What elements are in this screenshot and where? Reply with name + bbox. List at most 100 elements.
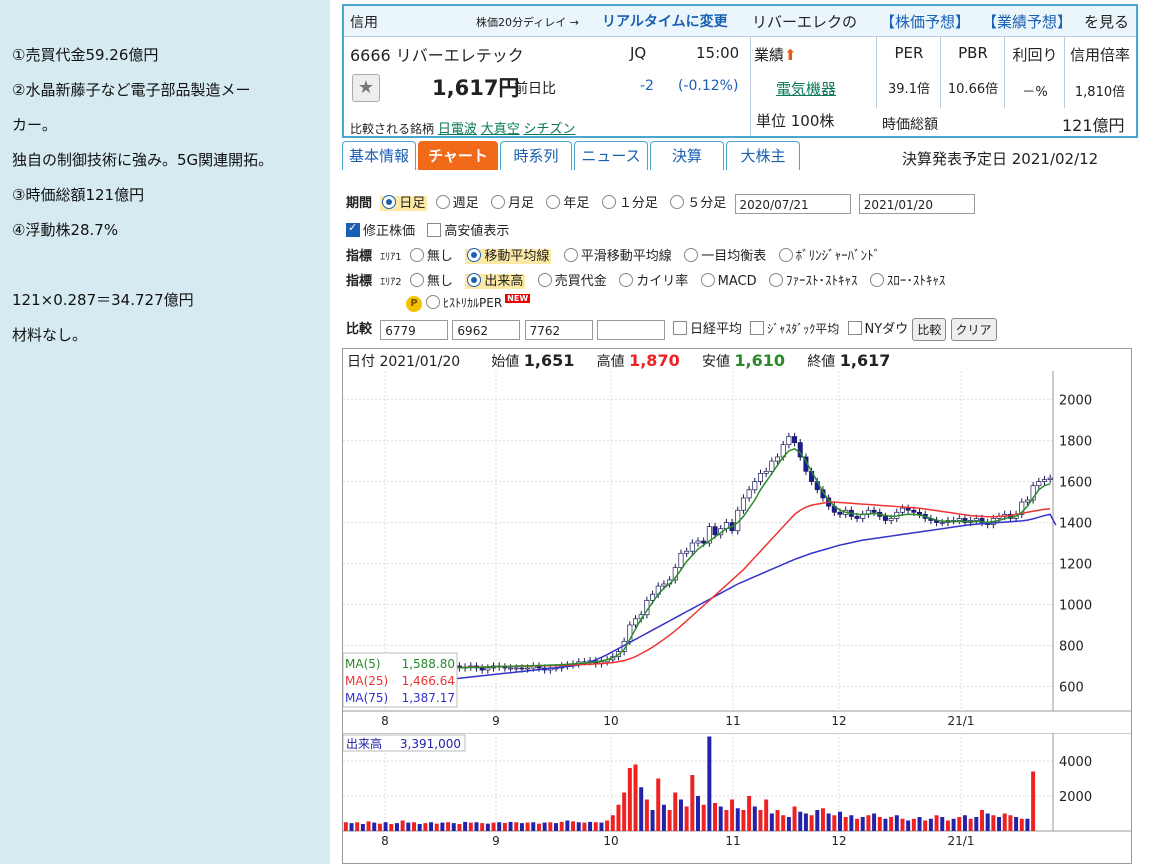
compare-input-3[interactable]: 7762: [524, 319, 593, 340]
hist-per-option[interactable]: ﾋｽﾄﾘｶﾙPER: [426, 295, 502, 311]
volume-bar: [1008, 815, 1013, 831]
area1-smooth-ma[interactable]: 平滑移動平均線: [563, 248, 672, 264]
area1-bollinger[interactable]: ﾎﾞﾘﾝｼﾞｬｰﾊﾞﾝﾄﾞ: [778, 248, 880, 264]
period-weekly[interactable]: 週足: [435, 195, 479, 211]
volume-bar: [962, 815, 967, 831]
period-1min[interactable]: １分足: [601, 195, 658, 211]
river-label: リバーエレクの: [752, 13, 858, 31]
peer-link[interactable]: 大真空: [481, 122, 520, 137]
compare-label: 比較: [346, 322, 373, 337]
period-daily[interactable]: 日足: [380, 195, 428, 211]
tab-kabunushi[interactable]: 大株主: [726, 141, 800, 170]
area2-label: ｴﾘｱ2: [380, 277, 402, 288]
compare-input-4[interactable]: [596, 319, 665, 340]
compare-input-2[interactable]: 6962: [452, 319, 521, 340]
high-label: 高値: [596, 354, 625, 370]
star-icon[interactable]: ★: [352, 74, 380, 102]
y-tick-label: 1400: [1059, 517, 1092, 532]
jasdaq-checkbox[interactable]: ｼﾞｬｽﾀﾞｯｸ平均: [750, 321, 839, 337]
volume-bar: [792, 806, 797, 831]
area2-kairi[interactable]: カイリ率: [619, 273, 688, 289]
area1-ma[interactable]: 移動平均線: [465, 248, 552, 264]
nydow-checkbox[interactable]: NYダウ: [847, 321, 908, 337]
tab-news[interactable]: ニュース: [574, 141, 648, 170]
volume-bar: [940, 817, 945, 831]
arrow-up-icon: ⬆: [784, 46, 797, 64]
nikkei-checkbox[interactable]: 日経平均: [672, 321, 742, 337]
volume-bar: [667, 810, 672, 831]
volume-bar: [639, 787, 644, 831]
volume-bar: [855, 818, 860, 831]
date-to-input[interactable]: 2021/01/20: [858, 193, 975, 214]
y-tick-label: 1800: [1059, 435, 1092, 450]
zenjitsu-label: 前日比: [514, 81, 556, 97]
shusei-checkbox[interactable]: 修正株価: [346, 221, 415, 239]
y-tick-label: 4000: [1059, 755, 1092, 770]
kabuka-yosou-link[interactable]: 【株価予想】: [880, 11, 970, 32]
volume-bar: [656, 778, 661, 831]
area2-row: 指標 ｴﾘｱ2 無し 出来高 売買代金 カイリ率 MACD ﾌｧｰｽﾄ･ｽﾄｷｬ…: [346, 270, 945, 289]
low-value: 1,610: [734, 351, 786, 370]
volume-bar: [718, 806, 723, 831]
area1-ichimoku[interactable]: 一目均衡表: [684, 248, 766, 264]
area2-macd[interactable]: MACD: [700, 273, 757, 289]
x-tick-label: 8: [381, 834, 389, 848]
ratio-margin: 信用倍率 1,810倍: [1064, 36, 1135, 108]
volume-bar: [707, 736, 712, 831]
sector-link[interactable]: 電気機器: [776, 78, 836, 99]
takayasu-checkbox[interactable]: 高安値表示: [427, 223, 509, 239]
period-monthly[interactable]: 月足: [490, 195, 534, 211]
area2-fast-stoch[interactable]: ﾌｧｰｽﾄ･ｽﾄｷｬｽ: [768, 273, 857, 289]
volume-chart: 2000 4000 8 9 10 11 12 21/1 出来高 3,391,000: [343, 733, 1131, 863]
date-from-input[interactable]: 2020/07/21: [734, 193, 851, 214]
volume-bar: [559, 821, 564, 831]
clear-button[interactable]: クリア: [950, 318, 997, 341]
peer-link[interactable]: シチズン: [524, 122, 576, 137]
x-tick-label: 12: [831, 714, 846, 728]
tab-kessan[interactable]: 決算: [650, 141, 724, 170]
volume-bar: [991, 815, 996, 831]
tab-kihon[interactable]: 基本情報: [342, 141, 416, 170]
volume-bar: [406, 822, 411, 831]
volume-bar: [928, 818, 933, 831]
volume-bar: [769, 813, 774, 831]
tab-jikeiretsu[interactable]: 時系列: [500, 141, 572, 170]
volume-bar: [349, 823, 354, 831]
indicator-label: 指標: [346, 274, 373, 289]
area2-none[interactable]: 無し: [409, 273, 453, 289]
period-5min[interactable]: ５分足: [670, 195, 726, 211]
volume-bar: [724, 810, 729, 831]
area2-turnover[interactable]: 売買代金: [537, 273, 607, 289]
tab-chart[interactable]: チャート: [418, 141, 498, 170]
y-tick-label: 2000: [1059, 790, 1092, 805]
x-tick-label: 21/1: [948, 714, 975, 728]
p-icon: P: [406, 295, 422, 312]
volume-bar: [554, 823, 558, 831]
compare-button[interactable]: 比較: [912, 318, 947, 341]
peer-link[interactable]: 日電波: [438, 122, 477, 137]
volume-bar: [820, 808, 825, 831]
date-label: 日付: [347, 354, 375, 370]
candle: [706, 522, 712, 547]
area1-none[interactable]: 無し: [409, 248, 453, 264]
volume-bar: [883, 818, 888, 831]
jika-value: 121億円: [1062, 116, 1125, 135]
unit-label: 単位 100株: [756, 112, 835, 130]
y-tick-label: 1600: [1059, 476, 1092, 491]
new-badge: NEW: [505, 294, 531, 303]
close-value: 1,617: [839, 351, 891, 370]
period-yearly[interactable]: 年足: [546, 195, 589, 211]
y-tick-label: 600: [1059, 680, 1084, 695]
period-row: 期間 日足 週足 月足 年足 １分足 ５分足 2020/07/21 2021/0…: [346, 192, 975, 214]
volume-bar: [974, 817, 979, 831]
area2-volume[interactable]: 出来高: [465, 273, 526, 289]
realtime-link[interactable]: リアルタイムに変更: [602, 11, 728, 31]
gyouseki-yosou-link[interactable]: 【業績予想】: [982, 11, 1072, 32]
compare-input-1[interactable]: 6779: [380, 319, 449, 340]
volume-bar: [633, 764, 638, 831]
volume-bar: [809, 815, 814, 831]
area2-slow-stoch[interactable]: ｽﾛｰ･ｽﾄｷｬｽ: [869, 273, 945, 289]
gyouseki-label: 業績⬆: [754, 46, 797, 64]
volume-bar: [571, 821, 576, 831]
note-line: 材料なし。: [12, 326, 88, 344]
